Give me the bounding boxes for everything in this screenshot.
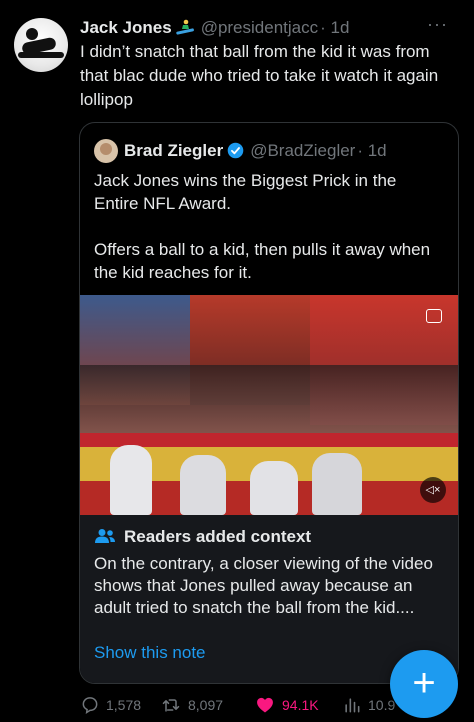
video-player-figure-1 (110, 445, 152, 515)
video-player[interactable]: ◁× (80, 295, 458, 515)
repost-button[interactable]: 8,097 (160, 693, 223, 717)
author-name[interactable]: Jack Jones (80, 18, 172, 37)
video-player-figure-4 (312, 453, 362, 515)
compose-post-button[interactable]: + (390, 650, 458, 718)
quoted-tweet-time: · 1d (357, 141, 387, 160)
quoted-author-handle[interactable]: @BradZiegler (250, 141, 355, 160)
community-note-title-text: Readers added context (124, 527, 312, 546)
like-count: 94.1K (282, 697, 319, 713)
quoted-text-line-2: Offers a ball to a kid, then pulls it aw… (94, 240, 431, 282)
people-icon (95, 529, 115, 543)
repost-icon (162, 699, 180, 712)
tweet-header: Jack Jones @presidentjacc · 1d (80, 16, 450, 40)
repost-count: 8,097 (188, 697, 224, 713)
quoted-author-avatar[interactable] (94, 139, 118, 163)
more-options-button[interactable]: ··· (427, 14, 448, 35)
quoted-author-name[interactable]: Brad Ziegler (124, 141, 223, 160)
video-player-figure-2 (180, 455, 226, 515)
tweet-text: I didn’t snatch that ball from the kid i… (80, 42, 439, 109)
mute-button[interactable]: ◁× (420, 477, 446, 503)
author-handle[interactable]: @presidentjacc (201, 18, 318, 37)
community-note-body: On the contrary, a closer viewing of the… (94, 554, 433, 617)
like-button[interactable]: 94.1K (254, 693, 319, 717)
views-bar-chart-icon (345, 698, 360, 713)
quoted-tweet-header: Brad Ziegler @BradZiegler · 1d (124, 139, 387, 163)
community-note-title: Readers added context (94, 525, 311, 549)
author-avatar[interactable] (14, 18, 68, 72)
snowboarder-emoji-icon (175, 19, 194, 35)
views-button[interactable]: 10.9 (342, 693, 395, 717)
video-player-figure-3 (250, 461, 298, 515)
tweet-time[interactable]: · 1d (320, 18, 349, 37)
quoted-text-line-1: Jack Jones wins the Biggest Prick in the… (94, 171, 397, 213)
quoted-tweet-text: Jack Jones wins the Biggest Prick in the… (94, 169, 444, 284)
reply-button[interactable]: 1,578 (80, 693, 141, 717)
quoted-tweet-card[interactable]: Brad Ziegler @BradZiegler · 1d Jack Jones … (79, 122, 459, 684)
reply-icon (82, 697, 98, 714)
show-this-note-link[interactable]: Show this note (94, 641, 206, 665)
video-sensitive-icon (426, 309, 442, 323)
heart-icon (257, 697, 273, 713)
view-count: 10.9 (368, 697, 396, 713)
video-stands (80, 365, 458, 435)
verified-badge-icon (227, 142, 244, 159)
reply-count: 1,578 (106, 697, 142, 713)
